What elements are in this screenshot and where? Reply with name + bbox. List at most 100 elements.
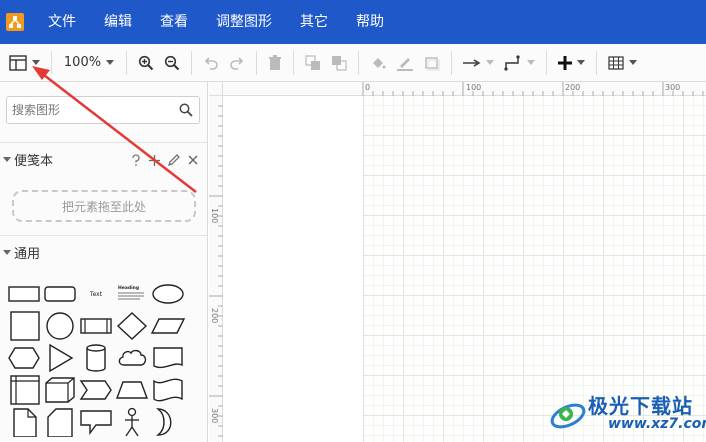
- trash-icon: [269, 54, 281, 70]
- scratchpad-header[interactable]: 便笺本: [0, 142, 207, 177]
- trapezoid-shape[interactable]: [114, 375, 150, 405]
- heading-shape-label: Heading: [118, 285, 139, 291]
- horizontal-ruler-ticks: [362, 82, 704, 96]
- chevron-down-icon: [106, 60, 115, 65]
- toolbar-divider: [358, 50, 359, 75]
- search-icon[interactable]: [179, 103, 193, 117]
- table-dropdown[interactable]: [603, 49, 642, 77]
- process-shape[interactable]: [78, 311, 114, 341]
- menu-bar: 文件 编辑 查看 调整图形 其它 帮助: [0, 0, 706, 44]
- fill-color-button[interactable]: [365, 49, 391, 77]
- vertical-ruler-ticks: [209, 105, 223, 437]
- cloud-shape[interactable]: [114, 343, 150, 373]
- toolbar-divider: [596, 50, 597, 75]
- textbox-shape[interactable]: Heading: [114, 279, 150, 309]
- cylinder-shape[interactable]: [78, 343, 114, 373]
- bring-to-front-icon: [305, 54, 320, 70]
- pencil-icon: [397, 57, 413, 71]
- step-shape[interactable]: [78, 375, 114, 405]
- horizontal-ruler: 0 100 200 300: [223, 82, 706, 96]
- insert-dropdown[interactable]: [553, 49, 590, 77]
- ruler-label-0: 0: [365, 83, 371, 92]
- rectangle-shape[interactable]: [6, 279, 42, 309]
- document-shape[interactable]: [150, 343, 186, 373]
- or-shape[interactable]: [150, 407, 186, 437]
- scratchpad-drop-zone[interactable]: 把元素拖至此处: [12, 190, 196, 222]
- toolbar-divider: [51, 50, 52, 75]
- ellipse-shape[interactable]: [150, 279, 186, 309]
- menu-view[interactable]: 查看: [146, 0, 202, 44]
- table-icon: [608, 55, 624, 70]
- text-shape-label: Text: [89, 291, 103, 298]
- panels-toggle-button[interactable]: [4, 49, 45, 77]
- zoom-out-icon: [164, 55, 180, 70]
- triangle-shape[interactable]: [42, 343, 78, 373]
- chevron-down-icon: [3, 250, 11, 255]
- ruler-label-200: 200: [210, 308, 219, 324]
- shape-search-box: [6, 96, 200, 124]
- panel-layout-icon: [9, 54, 27, 71]
- toolbar: 100%: [0, 44, 706, 82]
- internal-storage-shape[interactable]: [6, 375, 42, 405]
- square-shape[interactable]: [6, 311, 42, 341]
- shadow-button[interactable]: [419, 49, 445, 77]
- watermark-logo-icon: [550, 403, 586, 429]
- menu-help[interactable]: 帮助: [342, 0, 398, 44]
- tape-shape[interactable]: [150, 375, 186, 405]
- menu-extras[interactable]: 其它: [286, 0, 342, 44]
- note-shape[interactable]: [6, 407, 42, 437]
- circle-shape[interactable]: [42, 311, 78, 341]
- waypoints-dropdown[interactable]: [499, 49, 540, 77]
- zoom-out-button[interactable]: [159, 49, 185, 77]
- delete-button[interactable]: [263, 49, 287, 77]
- connection-style-dropdown[interactable]: [458, 49, 499, 77]
- help-icon[interactable]: [131, 154, 141, 166]
- undo-button[interactable]: [198, 49, 224, 77]
- chevron-down-icon: [577, 60, 585, 65]
- chevron-down-icon: [486, 60, 494, 65]
- ruler-label-300: 300: [665, 83, 681, 92]
- scratchpad-actions: [131, 143, 198, 177]
- chevron-down-icon: [629, 60, 637, 65]
- send-to-back-icon: [332, 55, 347, 71]
- add-icon[interactable]: [149, 154, 160, 166]
- card-shape[interactable]: [42, 407, 78, 437]
- line-color-button[interactable]: [391, 49, 419, 77]
- chevron-down-icon: [32, 60, 40, 65]
- chevron-down-icon: [527, 60, 535, 65]
- menu-edit[interactable]: 编辑: [90, 0, 146, 44]
- to-front-button[interactable]: [300, 49, 326, 77]
- text-shape[interactable]: Text: [78, 279, 114, 309]
- parallelogram-shape[interactable]: [150, 311, 186, 341]
- close-icon[interactable]: [188, 155, 198, 165]
- to-back-button[interactable]: [326, 49, 352, 77]
- hexagon-shape[interactable]: [6, 343, 42, 373]
- ruler-label-100: 100: [210, 208, 219, 224]
- zoom-dropdown[interactable]: 100%: [58, 49, 120, 77]
- toolbar-divider: [546, 50, 547, 75]
- rounded-rectangle-shape[interactable]: [42, 279, 78, 309]
- undo-icon: [204, 56, 218, 70]
- cube-shape[interactable]: [42, 375, 78, 405]
- drop-zone-hint: 把元素拖至此处: [61, 199, 146, 214]
- arrow-right-icon: [463, 58, 481, 67]
- toolbar-divider: [126, 50, 127, 75]
- waypoint-icon: [504, 54, 520, 71]
- vertical-ruler: 100 200 300: [209, 96, 223, 442]
- diamond-shape[interactable]: [114, 311, 150, 341]
- ruler-label-200: 200: [565, 83, 581, 92]
- redo-button[interactable]: [224, 49, 250, 77]
- zoom-in-button[interactable]: [133, 49, 159, 77]
- chevron-down-icon: [3, 157, 11, 162]
- zoom-in-icon: [138, 55, 154, 70]
- callout-shape[interactable]: [78, 407, 114, 437]
- zoom-level: 100%: [63, 55, 102, 70]
- paint-bucket-icon: [373, 57, 386, 68]
- actor-shape[interactable]: [114, 407, 150, 437]
- menu-file[interactable]: 文件: [34, 0, 90, 44]
- watermark: 极光下载站 www.xz7.com: [548, 388, 706, 440]
- edit-pencil-icon[interactable]: [168, 154, 180, 166]
- general-section-header[interactable]: 通用: [0, 235, 207, 269]
- menu-arrange[interactable]: 调整图形: [202, 0, 286, 44]
- shape-search-input[interactable]: [7, 97, 167, 123]
